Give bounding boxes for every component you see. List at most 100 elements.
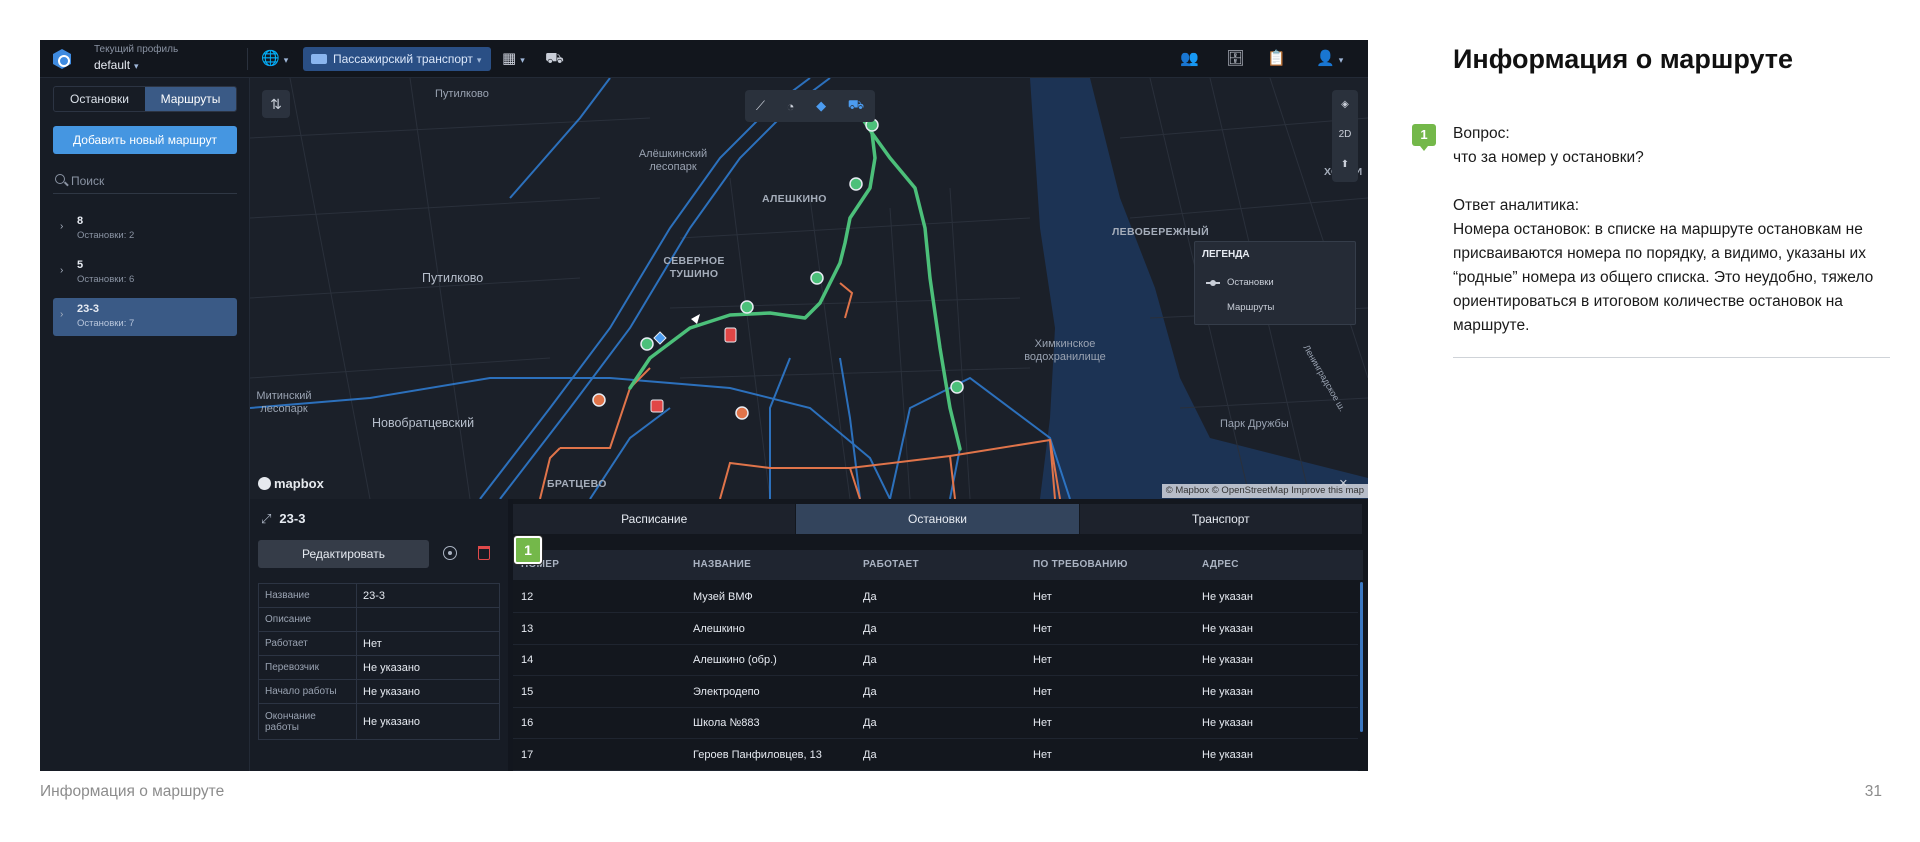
stop-name: Алешкино	[693, 622, 745, 635]
users-icon[interactable]: 👥	[1180, 48, 1199, 70]
route-item[interactable]: › 8 Остановки: 2	[53, 210, 237, 248]
sidebar-tabs: Остановки Маршруты	[53, 86, 237, 112]
route-tool-icon[interactable]: ⛟	[848, 97, 864, 115]
route-stops-count: Остановки: 2	[77, 230, 135, 241]
table-row[interactable]: 13 Алешкино Да Нет Не указан	[513, 614, 1358, 645]
map-view[interactable]: Путилково Алёшкинский лесопарк АЛЕШКИНО …	[250, 78, 1368, 499]
prop-key: Название	[258, 583, 357, 608]
column-header[interactable]: АДРЕС	[1202, 559, 1239, 570]
tab-stops[interactable]: Остановки	[54, 87, 145, 111]
prop-value: Не указано	[356, 679, 500, 704]
map-toolbar: ⟋ ◔ ◆ ⛟	[745, 90, 875, 122]
prop-key: Описание	[258, 607, 357, 632]
prop-value: 23-3	[356, 583, 500, 608]
top-bar: Текущий профиль default ▾ 🌐 ▾ Пассажирский…	[40, 40, 1368, 78]
profile-caption: Текущий профиль	[94, 44, 179, 55]
search-input[interactable]	[71, 171, 231, 191]
table-row[interactable]: 14 Алешкино (обр.) Да Нет Не указан	[513, 645, 1358, 676]
prop-key: Начало работы	[258, 679, 357, 704]
stop-active: Да	[863, 717, 877, 729]
toggle-2d-button[interactable]: 2D	[1332, 120, 1358, 150]
question-label: Вопрос:	[1453, 125, 1510, 142]
locate-icon[interactable]	[443, 546, 457, 560]
globe-icon[interactable]: 🌐 ▾	[261, 48, 288, 70]
answer-label: Ответ аналитика:	[1453, 197, 1580, 214]
layout-icon[interactable]: ▦ ▾	[502, 48, 525, 70]
stop-address: Не указан	[1202, 685, 1253, 698]
table-row[interactable]: 15 Электродепо Да Нет Не указан	[513, 677, 1358, 708]
tab-schedule[interactable]: Расписание	[513, 504, 796, 534]
route-name: 5	[77, 259, 84, 271]
map-label: Химкинское водохранилище	[1024, 338, 1106, 363]
stops-panel: Расписание Остановки Транспорт НОМЕР НАЗ…	[513, 499, 1368, 771]
scrollbar[interactable]	[1360, 582, 1363, 732]
map-legend: ЛЕГЕНДА Остановки Маршруты	[1194, 241, 1356, 325]
route-stops-count: Остановки: 7	[77, 318, 135, 329]
stops-panel-tabs: Расписание Остановки Транспорт	[513, 504, 1363, 534]
stop-on-request: Нет	[1033, 654, 1052, 666]
stop-name: Алешкино (обр.)	[693, 654, 777, 666]
stop-number: 16	[521, 717, 534, 729]
transport-mode-label: Пассажирский транспорт	[333, 52, 473, 66]
table-row[interactable]: 12 Музей ВМФ Да Нет Не указан	[513, 582, 1358, 613]
stop-on-request: Нет	[1033, 591, 1052, 603]
vehicle-settings-icon[interactable]: ⛟	[545, 48, 564, 70]
annotation-badge: 1	[1412, 124, 1436, 151]
stop-on-request: Нет	[1033, 748, 1052, 761]
column-header[interactable]: НАЗВАНИЕ	[693, 559, 751, 570]
chevron-right-icon[interactable]: ›	[60, 265, 63, 276]
search-icon	[55, 174, 65, 184]
column-header[interactable]: ПО ТРЕБОВАНИЮ	[1033, 559, 1128, 570]
chevron-right-icon[interactable]: ›	[60, 309, 63, 320]
question-text: что за номер у остановки?	[1453, 149, 1644, 166]
archive-icon[interactable]: 🗄	[1226, 48, 1245, 70]
stop-number: 13	[521, 622, 534, 635]
route-name: 23-3	[77, 303, 100, 315]
trash-icon[interactable]	[478, 546, 490, 560]
layers-icon[interactable]: ◈	[1332, 90, 1358, 120]
table-row[interactable]: 17 Героев Панфиловцев, 13 Да Нет Не указан	[513, 740, 1358, 771]
stop-on-request: Нет	[1033, 685, 1052, 698]
legend-item-routes: Маршруты	[1227, 302, 1275, 313]
stop-tool-icon[interactable]: ◆	[816, 98, 826, 114]
stop-on-request: Нет	[1033, 622, 1052, 635]
add-route-button[interactable]: Добавить новый маршрут	[53, 126, 237, 154]
angle-tool-icon[interactable]: ⟋	[756, 98, 765, 114]
route-name: 8	[77, 215, 84, 227]
clipboard-icon[interactable]: 📋	[1267, 48, 1286, 70]
chevron-down-icon: ▾	[476, 55, 482, 65]
route-item[interactable]: › 5 Остановки: 6	[53, 254, 237, 292]
stop-address: Не указан	[1202, 748, 1253, 761]
answer-text: Номера остановок: в списке на маршруте о…	[1453, 221, 1874, 334]
speed-tool-icon[interactable]: ◔	[787, 99, 795, 114]
expand-icon[interactable]: ⤢	[261, 511, 271, 526]
profile-selector[interactable]: default ▾	[94, 58, 139, 72]
route-item-selected[interactable]: › 23-3 Остановки: 7	[53, 298, 237, 336]
map-label: Путилково	[435, 88, 489, 100]
transport-mode-select[interactable]: Пассажирский транспорт ▾	[303, 47, 491, 71]
stop-on-request: Нет	[1033, 717, 1052, 729]
compass-icon[interactable]: ⬆	[1332, 150, 1358, 180]
stop-address: Не указан	[1202, 654, 1253, 666]
column-header[interactable]: РАБОТАЕТ	[863, 559, 919, 570]
table-row[interactable]: 16 Школа №883 Да Нет Не указан	[513, 708, 1358, 739]
stop-active: Да	[863, 685, 877, 698]
route-filter-button[interactable]: ⇅	[262, 90, 290, 118]
map-controls: ◈ 2D ⬆	[1332, 90, 1358, 182]
stop-active: Да	[863, 748, 877, 761]
map-label: Новобратцевский	[372, 416, 475, 430]
user-menu-icon[interactable]: 👤 ▾	[1316, 48, 1343, 70]
footer-caption: Информация о маршруте	[40, 783, 225, 800]
bus-icon	[311, 54, 327, 64]
tab-stops[interactable]: Остановки	[796, 504, 1079, 534]
stop-active: Да	[863, 622, 877, 635]
page-title: Информация о маршруте	[1453, 44, 1794, 74]
chevron-right-icon[interactable]: ›	[60, 221, 63, 232]
route-properties-table: Название 23-3 Описание Работает Нет Перево…	[258, 583, 500, 740]
divider	[1453, 357, 1890, 358]
edit-button[interactable]: Редактировать	[258, 540, 429, 568]
tab-routes[interactable]: Маршруты	[145, 87, 236, 111]
map-attribution[interactable]: © Mapbox © OpenStreetMap Improve this ma…	[1161, 484, 1368, 498]
prop-value: Не указано	[356, 655, 500, 680]
tab-transport[interactable]: Транспорт	[1079, 504, 1362, 534]
